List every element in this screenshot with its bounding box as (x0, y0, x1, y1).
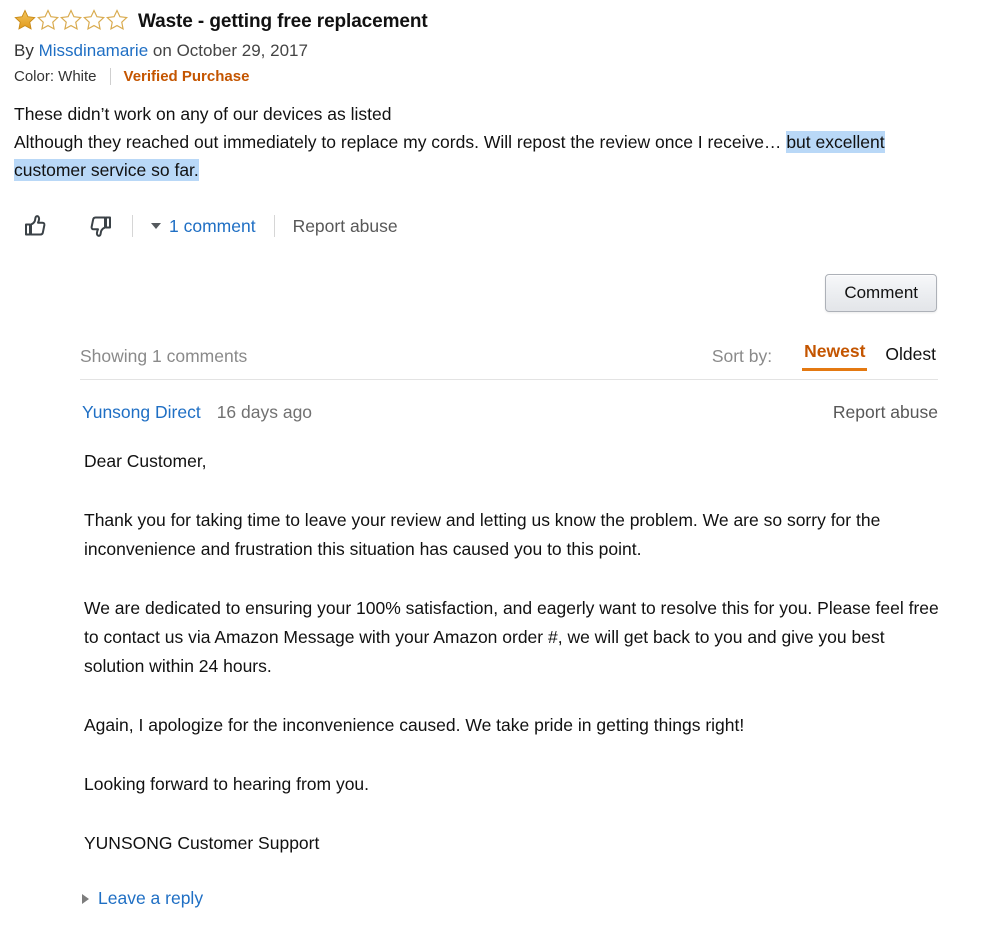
comment-paragraph-2: Thank you for taking time to leave your … (84, 510, 881, 559)
review-meta: Color: White Verified Purchase (0, 61, 990, 85)
review-actions: 1 comment Report abuse (0, 184, 990, 246)
showing-count-label: Showing 1 comments (80, 346, 248, 366)
review-title: Waste - getting free replacement (138, 11, 428, 32)
comment-header: Yunsong Direct 16 days ago Report abuse (80, 380, 938, 423)
actions-divider-1 (132, 215, 133, 237)
comment-paragraph-5: Looking forward to hearing from you. (84, 774, 370, 794)
comment-text: Dear Customer, Thank you for taking time… (80, 423, 939, 858)
star-empty-5-icon (105, 9, 129, 35)
comment-paragraph-3: We are dedicated to ensuring your 100% s… (84, 598, 939, 676)
star-empty-3-icon (59, 9, 83, 35)
comment-author-link[interactable]: Yunsong Direct (82, 402, 201, 423)
actions-divider-2 (273, 215, 275, 237)
review-text-line-1: These didn’t work on any of our devices … (14, 104, 392, 124)
review-text-line-2: Although they reached out immediately to… (14, 131, 885, 181)
review-author-link[interactable]: Missdinamarie (39, 41, 149, 60)
star-empty-2-icon (36, 9, 60, 35)
review-text: These didn’t work on any of our devices … (0, 85, 954, 184)
comment-button[interactable]: Comment (825, 274, 937, 312)
leave-reply-row[interactable]: Leave a reply (80, 858, 938, 909)
comment-paragraph-1: Dear Customer, (84, 451, 207, 471)
comment-paragraph-6: YUNSONG Customer Support (84, 833, 320, 853)
review-byline: By Missdinamarie on October 29, 2017 (0, 35, 990, 61)
thumbs-up-icon[interactable] (18, 210, 52, 242)
review-page: Waste - getting free replacement By Miss… (0, 0, 990, 934)
comment-timestamp: 16 days ago (216, 402, 313, 422)
review-text-plain: Although they reached out immediately to… (14, 132, 787, 152)
comment-count-link[interactable]: 1 comment (169, 216, 256, 237)
sort-option-oldest[interactable]: Oldest (883, 344, 938, 371)
comment-author-group: Yunsong Direct 16 days ago (82, 402, 312, 423)
sort-controls: Sort by: Newest Oldest (712, 341, 938, 371)
comments-section: Showing 1 comments Sort by: Newest Oldes… (80, 341, 939, 909)
comment-button-row: Comment (0, 246, 990, 312)
leave-reply-link[interactable]: Leave a reply (98, 888, 203, 909)
star-rating[interactable] (14, 9, 129, 35)
star-filled-1-icon (14, 9, 36, 35)
product-color-attribute: Color: White (14, 68, 97, 85)
review-report-abuse-link[interactable]: Report abuse (293, 216, 398, 237)
review-header: Waste - getting free replacement (0, 0, 990, 35)
verified-purchase-badge: Verified Purchase (123, 68, 250, 85)
sort-option-newest[interactable]: Newest (802, 341, 868, 371)
star-empty-4-icon (82, 9, 106, 35)
on-label: on (152, 41, 172, 60)
thumbs-down-icon[interactable] (84, 210, 118, 242)
comment-report-abuse-link[interactable]: Report abuse (833, 402, 938, 423)
sort-by-label: Sort by: (711, 346, 773, 366)
by-label: By (14, 41, 34, 60)
chevron-down-icon[interactable] (151, 223, 161, 229)
meta-divider (109, 68, 111, 85)
chevron-right-icon[interactable] (82, 893, 89, 904)
comment-paragraph-4: Again, I apologize for the inconvenience… (84, 715, 745, 735)
review-date: October 29, 2017 (176, 41, 308, 60)
comments-sort-row: Showing 1 comments Sort by: Newest Oldes… (80, 341, 938, 379)
